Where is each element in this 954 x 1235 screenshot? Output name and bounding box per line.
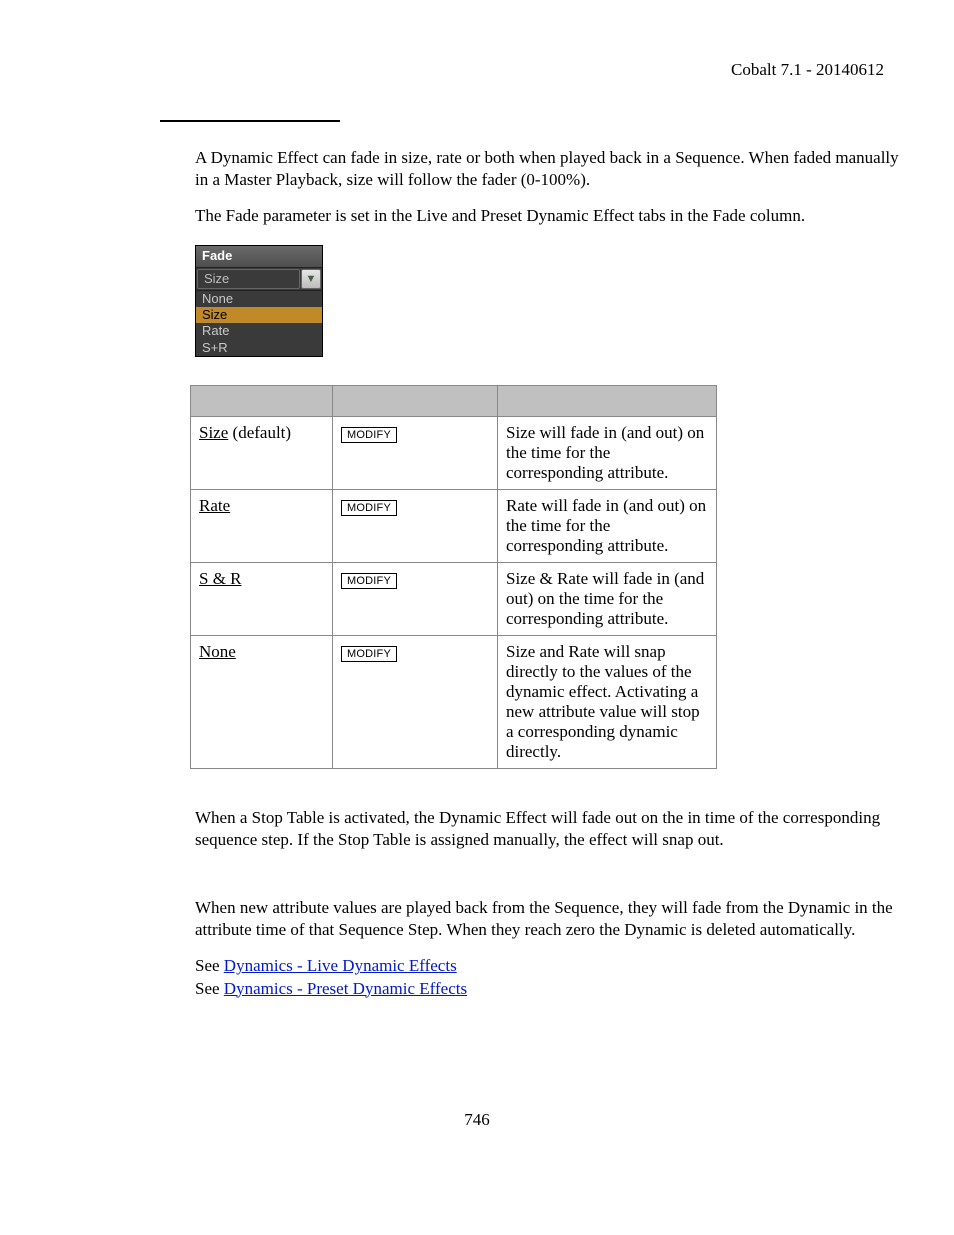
table-row: S & R MODIFY Size & Rate will fade in (a… bbox=[191, 563, 717, 636]
fade-option-s-plus-r[interactable]: S+R bbox=[196, 340, 322, 356]
row-name-cell: Size (default) bbox=[191, 417, 333, 490]
row-desc-cell: Size will fade in (and out) on the time … bbox=[498, 417, 717, 490]
table-row: Rate MODIFY Rate will fade in (and out) … bbox=[191, 490, 717, 563]
section-rule bbox=[160, 120, 340, 122]
row-desc-cell: Size and Rate will snap directly to the … bbox=[498, 636, 717, 769]
page-number: 746 bbox=[0, 1110, 954, 1130]
modify-button[interactable]: MODIFY bbox=[341, 573, 397, 589]
row-suffix: (default) bbox=[228, 423, 291, 442]
fade-select-value[interactable]: Size bbox=[197, 269, 300, 289]
table-header-cell bbox=[333, 386, 498, 417]
fade-select-dropdown-button[interactable]: ▼ bbox=[301, 269, 321, 289]
row-name-cell: Rate bbox=[191, 490, 333, 563]
table-header-row bbox=[191, 386, 717, 417]
fade-option-rate[interactable]: Rate bbox=[196, 323, 322, 339]
page: Cobalt 7.1 - 20140612 A Dynamic Effect c… bbox=[0, 0, 954, 1235]
fade-widget-title: Fade bbox=[196, 246, 322, 267]
table-header-cell bbox=[498, 386, 717, 417]
link-live-dynamic-effects[interactable]: Dynamics - Live Dynamic Effects bbox=[224, 956, 457, 975]
row-name: Rate bbox=[199, 496, 230, 515]
fade-option-none[interactable]: None bbox=[196, 291, 322, 307]
fade-option-size[interactable]: Size bbox=[196, 307, 322, 323]
intro-paragraph-1: A Dynamic Effect can fade in size, rate … bbox=[195, 147, 914, 191]
attribute-fade-paragraph: When new attribute values are played bac… bbox=[195, 897, 914, 941]
fade-widget: Fade Size ▼ None Size Rate S+R bbox=[195, 245, 323, 357]
row-name: S & R bbox=[199, 569, 242, 588]
row-name: Size bbox=[199, 423, 228, 442]
see-prefix: See bbox=[195, 956, 224, 975]
table-row: None MODIFY Size and Rate will snap dire… bbox=[191, 636, 717, 769]
fade-table: Size (default) MODIFY Size will fade in … bbox=[190, 385, 717, 769]
see-prefix: See bbox=[195, 979, 224, 998]
row-name: None bbox=[199, 642, 236, 661]
stop-table-paragraph: When a Stop Table is activated, the Dyna… bbox=[195, 807, 914, 851]
row-action-cell: MODIFY bbox=[333, 417, 498, 490]
row-action-cell: MODIFY bbox=[333, 563, 498, 636]
row-desc-cell: Size & Rate will fade in (and out) on th… bbox=[498, 563, 717, 636]
link-preset-dynamic-effects[interactable]: Dynamics - Preset Dynamic Effects bbox=[224, 979, 467, 998]
see-links: See Dynamics - Live Dynamic Effects See … bbox=[195, 955, 914, 999]
fade-select[interactable]: Size ▼ bbox=[196, 268, 322, 291]
row-desc-cell: Rate will fade in (and out) on the time … bbox=[498, 490, 717, 563]
row-name-cell: S & R bbox=[191, 563, 333, 636]
intro-paragraph-2: The Fade parameter is set in the Live an… bbox=[195, 205, 914, 227]
modify-button[interactable]: MODIFY bbox=[341, 427, 397, 443]
modify-button[interactable]: MODIFY bbox=[341, 500, 397, 516]
row-name-cell: None bbox=[191, 636, 333, 769]
row-action-cell: MODIFY bbox=[333, 490, 498, 563]
modify-button[interactable]: MODIFY bbox=[341, 646, 397, 662]
chevron-down-icon: ▼ bbox=[306, 273, 317, 285]
header-version: Cobalt 7.1 - 20140612 bbox=[195, 60, 914, 80]
row-action-cell: MODIFY bbox=[333, 636, 498, 769]
table-header-cell bbox=[191, 386, 333, 417]
table-row: Size (default) MODIFY Size will fade in … bbox=[191, 417, 717, 490]
